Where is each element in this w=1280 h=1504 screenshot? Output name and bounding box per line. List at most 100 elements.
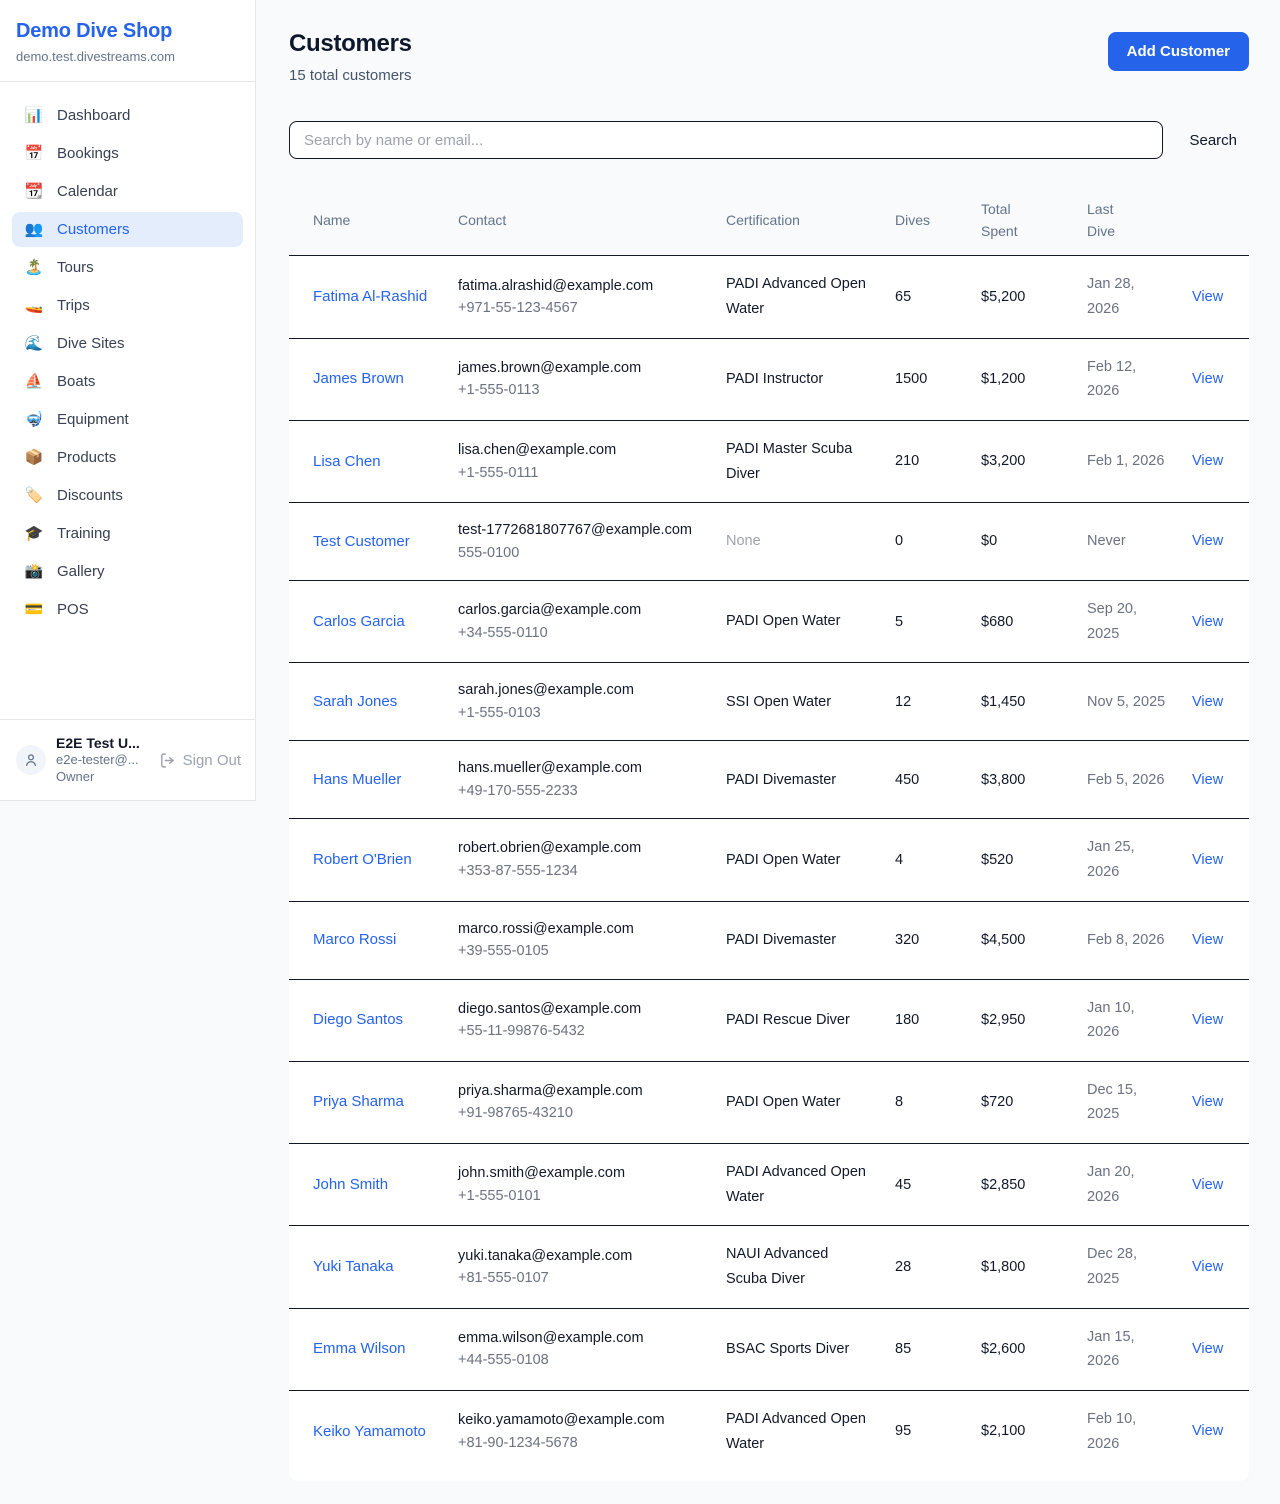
table-row: Priya Sharma priya.sharma@example.com +9… [289,1061,1249,1143]
sidebar-item-label: Training [57,525,111,542]
customer-phone: +1-555-0111 [458,462,702,484]
customer-name-link[interactable]: James Brown [313,367,404,391]
table-row: John Smith john.smith@example.com +1-555… [289,1144,1249,1226]
user-role: Owner [56,769,148,786]
sign-out-label: Sign Out [183,752,241,769]
customer-name-link[interactable]: Priya Sharma [313,1090,404,1114]
customer-last-dive: Jan 25, 2026 [1075,819,1180,901]
customer-total-spent: $2,950 [969,979,1075,1061]
view-customer-link[interactable]: View [1192,694,1223,710]
customer-name-link[interactable]: John Smith [313,1173,388,1197]
customer-name-link[interactable]: Emma Wilson [313,1337,406,1361]
sidebar-item-boats[interactable]: ⛵ Boats [12,364,243,399]
customer-name-link[interactable]: Fatima Al-Rashid [313,285,427,309]
customer-email: keiko.yamamoto@example.com [458,1409,702,1431]
customer-dives: 5 [883,581,969,663]
customer-name-link[interactable]: Lisa Chen [313,450,381,474]
customer-name-link[interactable]: Robert O'Brien [313,848,412,872]
customer-dives: 65 [883,256,969,338]
customer-dives: 0 [883,503,969,581]
customer-name-link[interactable]: Keiko Yamamoto [313,1420,426,1444]
customer-certification: SSI Open Water [714,663,883,741]
table-row: Sarah Jones sarah.jones@example.com +1-5… [289,663,1249,741]
view-customer-link[interactable]: View [1192,772,1223,788]
view-customer-link[interactable]: View [1192,852,1223,868]
sidebar: Demo Dive Shop demo.test.divestreams.com… [0,0,256,801]
customer-email: fatima.alrashid@example.com [458,275,702,297]
sidebar-item-customers[interactable]: 👥 Customers [12,212,243,247]
sidebar-item-equipment[interactable]: 🤿 Equipment [12,402,243,437]
customer-count: 15 total customers [289,67,412,84]
col-header-certification: Certification [714,186,883,256]
customer-name-link[interactable]: Carlos Garcia [313,610,405,634]
customer-last-dive: Jan 28, 2026 [1075,256,1180,338]
sidebar-nav: 📊 Dashboard 📅 Bookings 📆 Calendar 👥 Cust… [0,82,255,719]
page-header: Customers 15 total customers Add Custome… [289,30,1249,84]
customer-last-dive: Jan 15, 2026 [1075,1308,1180,1390]
customer-name-link[interactable]: Sarah Jones [313,690,397,714]
col-header-actions [1180,186,1249,256]
customer-name-link[interactable]: Hans Mueller [313,768,401,792]
customer-total-spent: $4,500 [969,901,1075,979]
sidebar-item-dashboard[interactable]: 📊 Dashboard [12,98,243,133]
sign-out-button[interactable]: Sign Out [159,752,241,769]
customer-last-dive: Feb 8, 2026 [1075,901,1180,979]
sidebar-item-products[interactable]: 📦 Products [12,440,243,475]
customer-phone: +1-555-0113 [458,379,702,401]
view-customer-link[interactable]: View [1192,1259,1223,1275]
customer-phone: +81-90-1234-5678 [458,1432,702,1454]
customer-phone: +44-555-0108 [458,1349,702,1371]
customer-certification: PADI Master Scuba Diver [714,420,883,502]
sidebar-item-gallery[interactable]: 📸 Gallery [12,554,243,589]
sidebar-item-calendar[interactable]: 📆 Calendar [12,174,243,209]
customer-certification: NAUI Advanced Scuba Diver [714,1226,883,1308]
customer-phone: +55-11-99876-5432 [458,1020,702,1042]
view-customer-link[interactable]: View [1192,533,1223,549]
customer-phone: +91-98765-43210 [458,1102,702,1124]
shop-title: Demo Dive Shop [16,20,239,43]
avatar [16,745,46,775]
view-customer-link[interactable]: View [1192,1341,1223,1357]
customer-email: marco.rossi@example.com [458,918,702,940]
sidebar-item-tours[interactable]: 🏝️ Tours [12,250,243,285]
table-row: Emma Wilson emma.wilson@example.com +44-… [289,1308,1249,1390]
view-customer-link[interactable]: View [1192,1012,1223,1028]
view-customer-link[interactable]: View [1192,932,1223,948]
view-customer-link[interactable]: View [1192,1094,1223,1110]
customer-name-link[interactable]: Test Customer [313,530,410,554]
customer-certification: None [714,503,883,581]
col-header-last-dive: Last Dive [1075,186,1180,256]
user-name: E2E Test U... [56,734,148,752]
sidebar-item-label: Dive Sites [57,335,125,352]
view-customer-link[interactable]: View [1192,453,1223,469]
customer-name-link[interactable]: Marco Rossi [313,928,396,952]
customer-last-dive: Feb 1, 2026 [1075,420,1180,502]
sidebar-item-label: Calendar [57,183,118,200]
customer-total-spent: $0 [969,503,1075,581]
customer-name-link[interactable]: Yuki Tanaka [313,1255,394,1279]
customer-last-dive: Dec 15, 2025 [1075,1061,1180,1143]
sidebar-item-training[interactable]: 🎓 Training [12,516,243,551]
customer-certification: PADI Open Water [714,819,883,901]
sidebar-item-pos[interactable]: 💳 POS [12,592,243,627]
search-input[interactable] [289,121,1163,159]
nav-icon: 🌊 [24,336,44,351]
sidebar-item-bookings[interactable]: 📅 Bookings [12,136,243,171]
view-customer-link[interactable]: View [1192,289,1223,305]
sidebar-item-trips[interactable]: 🚤 Trips [12,288,243,323]
view-customer-link[interactable]: View [1192,1423,1223,1439]
sidebar-item-label: Customers [57,221,130,238]
view-customer-link[interactable]: View [1192,1177,1223,1193]
customer-name-link[interactable]: Diego Santos [313,1008,403,1032]
sidebar-item-discounts[interactable]: 🏷️ Discounts [12,478,243,513]
customer-phone: +971-55-123-4567 [458,297,702,319]
add-customer-button[interactable]: Add Customer [1108,32,1249,71]
customer-phone: +49-170-555-2233 [458,780,702,802]
view-customer-link[interactable]: View [1192,614,1223,630]
view-customer-link[interactable]: View [1192,371,1223,387]
sidebar-item-dive-sites[interactable]: 🌊 Dive Sites [12,326,243,361]
customer-dives: 180 [883,979,969,1061]
sidebar-item-label: Tours [57,259,94,276]
search-bar: Search [289,121,1249,159]
search-button[interactable]: Search [1177,124,1249,157]
